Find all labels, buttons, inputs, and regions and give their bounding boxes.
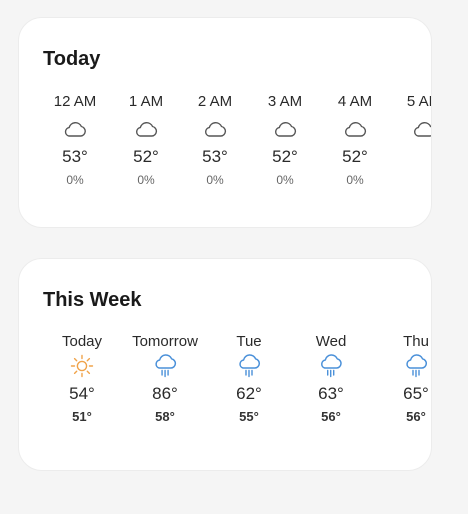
rain-cloud-icon (152, 353, 178, 379)
weekly-forecast-strip[interactable]: Today 54° 51° Tomorrow 86° 58° Tue 62° 55° Wed 63°… (19, 259, 431, 470)
day-item[interactable]: Tue 62° 55° (236, 332, 262, 428)
hour-temp: 53° (202, 147, 228, 166)
weekly-forecast-card: This Week Today 54° 51° Tomorrow 86° 58° Tue 62… (18, 258, 432, 471)
hour-time: 5 AM (406, 93, 431, 110)
day-name: Tue (236, 333, 262, 350)
rain-cloud-icon (318, 353, 344, 379)
hour-time: 1 AM (128, 93, 164, 110)
hour-item[interactable]: 4 AM 52° 0% (338, 92, 372, 190)
rain-cloud-icon (403, 353, 429, 379)
day-item[interactable]: Wed 63° 56° (316, 332, 347, 428)
rain-cloud-icon (236, 353, 262, 379)
day-low-temp: 56° (406, 409, 426, 424)
day-high-temp: 65° (403, 384, 429, 403)
hour-temp: 52° (272, 147, 298, 166)
hour-item[interactable]: 1 AM 52° 0% (129, 92, 163, 190)
day-low-temp: 55° (239, 409, 259, 424)
day-item[interactable]: Tomorrow 86° 58° (132, 332, 198, 428)
day-high-temp: 54° (69, 384, 95, 403)
hour-item[interactable]: 2 AM 53° 0% (198, 92, 232, 190)
day-low-temp: 56° (321, 409, 341, 424)
day-item[interactable]: Today 54° 51° (62, 332, 102, 428)
day-name: Wed (315, 333, 347, 350)
hour-time: 2 AM (197, 93, 233, 110)
today-hourly-card: Today 12 AM 53° 0% 1 AM 52° 0% 2 AM 53° 0% 3 AM 52… (18, 17, 432, 228)
cloud-icon (411, 116, 431, 142)
cloud-icon (133, 116, 159, 142)
hour-time: 3 AM (267, 93, 303, 110)
day-high-temp: 63° (318, 384, 344, 403)
cloud-icon (342, 116, 368, 142)
hour-time: 4 AM (337, 93, 373, 110)
hourly-forecast-strip[interactable]: 12 AM 53° 0% 1 AM 52° 0% 2 AM 53° 0% 3 AM 52° 0% 4 A… (19, 18, 431, 227)
cloud-icon (272, 116, 298, 142)
hour-item[interactable]: 3 AM 52° 0% (268, 92, 302, 190)
hour-precip-chance: 0% (137, 173, 155, 187)
hour-precip-chance: 0% (276, 173, 294, 187)
day-low-temp: 51° (72, 409, 92, 424)
day-high-temp: 62° (236, 384, 262, 403)
hour-item[interactable]: 12 AM 53° 0% (54, 92, 97, 190)
hour-temp: 52° (342, 147, 368, 166)
day-low-temp: 58° (155, 409, 175, 424)
hour-precip-chance: 0% (66, 173, 84, 187)
day-item[interactable]: Thu 65° 56° (403, 332, 429, 428)
day-name: Thu (403, 333, 429, 350)
day-name: Today (61, 333, 103, 350)
cloud-icon (62, 116, 88, 142)
sun-icon (69, 353, 95, 379)
hour-precip-chance: 0% (206, 173, 224, 187)
day-high-temp: 86° (152, 384, 178, 403)
day-name: Tomorrow (132, 333, 198, 350)
hour-precip-chance: 0% (346, 173, 364, 187)
hour-time: 12 AM (53, 93, 97, 110)
hour-temp: 53° (62, 147, 88, 166)
hour-temp: 52° (133, 147, 159, 166)
hour-item[interactable]: 5 AM (406, 92, 431, 190)
cloud-icon (202, 116, 228, 142)
